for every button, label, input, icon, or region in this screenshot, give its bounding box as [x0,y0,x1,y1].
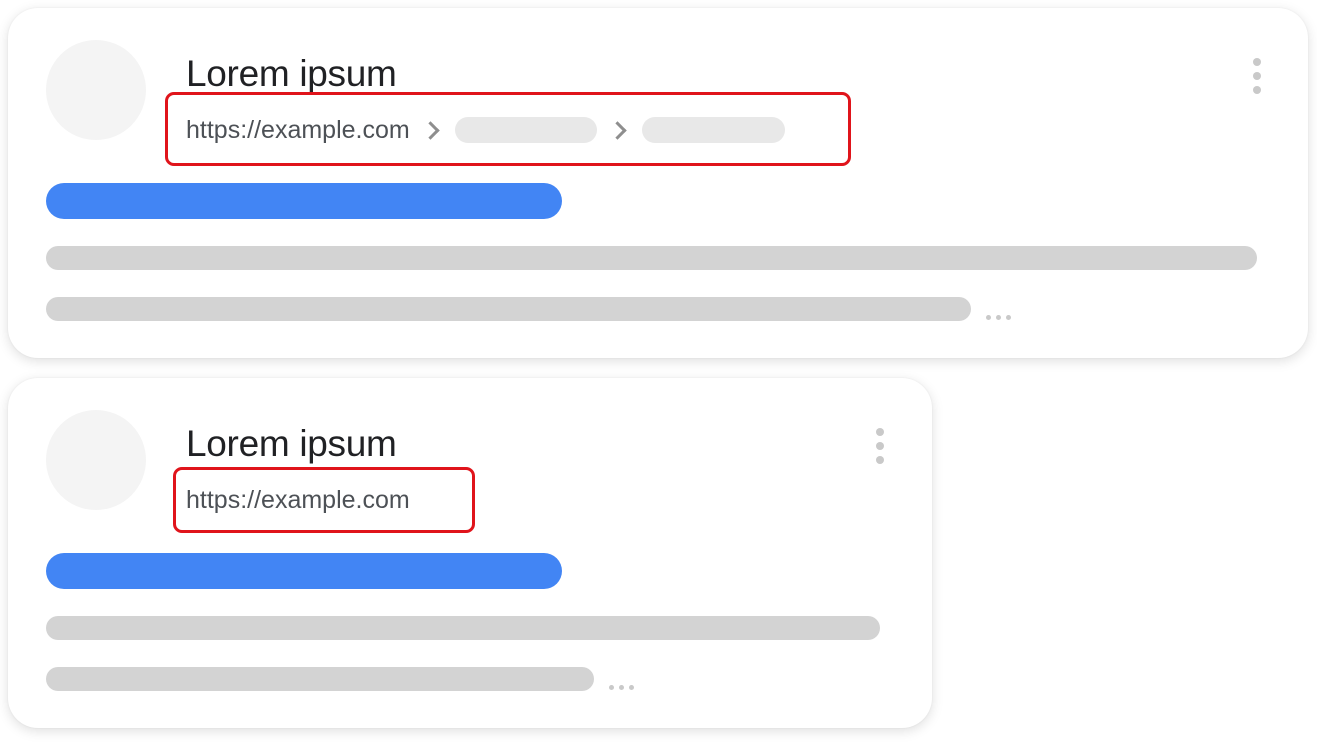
highlight-box [173,467,475,533]
snippet-line-placeholder [46,246,1257,270]
more-vert-icon[interactable] [876,428,884,464]
ellipsis-icon [986,315,1011,320]
snippet-line-placeholder [46,616,880,640]
site-favicon-placeholder [46,410,146,510]
ellipsis-icon [609,685,634,690]
more-vert-icon[interactable] [1253,58,1261,94]
snippet-line-placeholder [46,297,971,321]
search-result-card-url-only: Lorem ipsum https://example.com [8,378,932,728]
snippet-line-placeholder [46,667,594,691]
site-favicon-placeholder [46,40,146,140]
highlight-box [165,92,851,166]
result-link-placeholder[interactable] [46,553,562,589]
result-site-title[interactable]: Lorem ipsum [186,422,397,466]
result-link-placeholder[interactable] [46,183,562,219]
search-result-card-with-breadcrumbs: Lorem ipsum https://example.com [8,8,1308,358]
result-site-title[interactable]: Lorem ipsum [186,52,397,96]
